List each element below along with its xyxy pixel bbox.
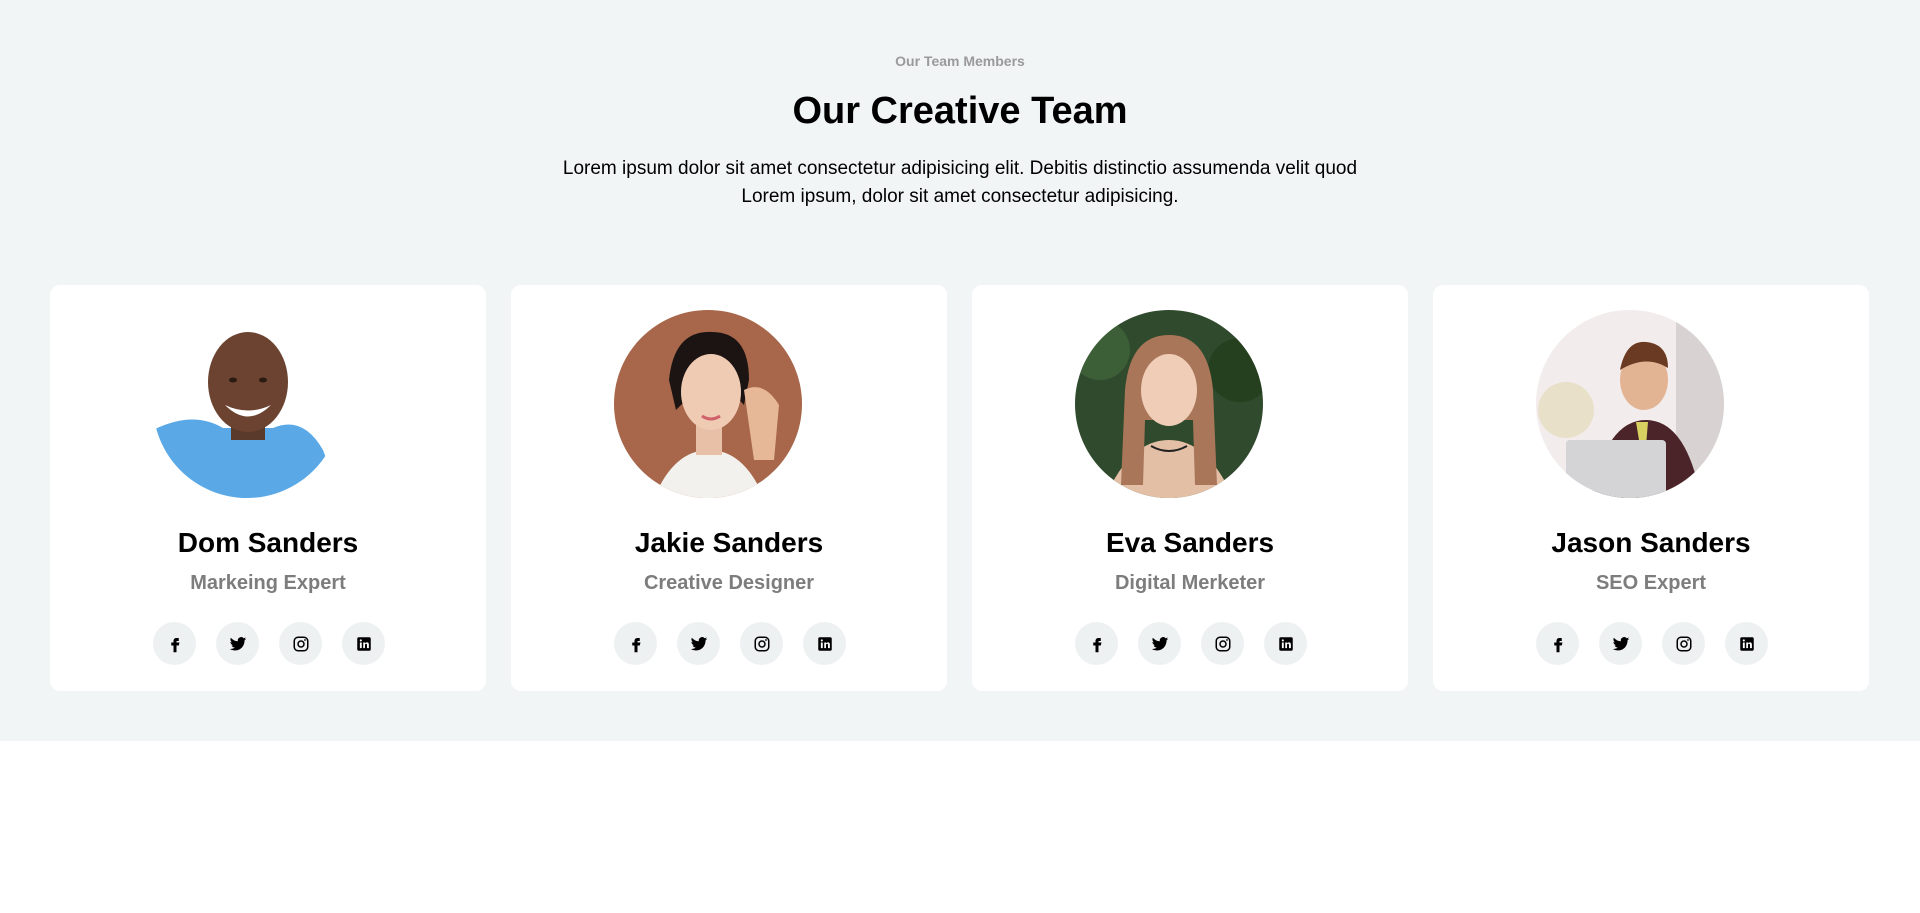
team-card: Dom Sanders Markeing Expert	[50, 285, 486, 691]
team-card: Jason Sanders SEO Expert	[1433, 285, 1869, 691]
avatar-jakie-sanders	[614, 310, 802, 498]
team-cards: Dom Sanders Markeing Expert Jakie Sander…	[50, 285, 1869, 691]
avatar-eva-sanders	[1075, 310, 1263, 498]
twitter-icon[interactable]	[1138, 622, 1181, 665]
facebook-icon[interactable]	[1075, 622, 1118, 665]
linkedin-icon[interactable]	[342, 622, 385, 665]
instagram-icon[interactable]	[279, 622, 322, 665]
member-name: Jakie Sanders	[634, 527, 824, 558]
avatar-jason-sanders	[1536, 310, 1724, 498]
linkedin-icon[interactable]	[1264, 622, 1307, 665]
twitter-icon[interactable]	[216, 622, 259, 665]
member-name: Dom Sanders	[177, 527, 359, 558]
section-intro: Lorem ipsum dolor sit amet consectetur a…	[560, 155, 1360, 211]
section-title: Our Creative Team	[792, 90, 1128, 132]
social-links	[153, 622, 385, 665]
member-role: Digital Merketer	[1114, 572, 1266, 594]
instagram-icon[interactable]	[1662, 622, 1705, 665]
social-links	[1075, 622, 1307, 665]
facebook-icon[interactable]	[1536, 622, 1579, 665]
instagram-icon[interactable]	[1201, 622, 1244, 665]
member-role: Markeing Expert	[190, 572, 346, 594]
team-card: Eva Sanders Digital Merketer	[972, 285, 1408, 691]
social-links	[1536, 622, 1768, 665]
intro-line-1: Lorem ipsum dolor sit amet consectetur a…	[562, 158, 1358, 179]
avatar-dom-sanders	[153, 310, 341, 498]
social-links	[614, 622, 846, 665]
intro-line-2: Lorem ipsum, dolor sit amet consectetur …	[741, 186, 1179, 207]
facebook-icon[interactable]	[153, 622, 196, 665]
section-eyebrow: Our Team Members	[895, 53, 1025, 69]
team-card: Jakie Sanders Creative Designer	[511, 285, 947, 691]
facebook-icon[interactable]	[614, 622, 657, 665]
instagram-icon[interactable]	[740, 622, 783, 665]
team-section: Our Team Members Our Creative Team Lorem…	[0, 0, 1920, 741]
linkedin-icon[interactable]	[1725, 622, 1768, 665]
linkedin-icon[interactable]	[803, 622, 846, 665]
twitter-icon[interactable]	[1599, 622, 1642, 665]
member-role: SEO Expert	[1595, 572, 1707, 594]
member-name: Eva Sanders	[1105, 527, 1275, 558]
member-name: Jason Sanders	[1551, 527, 1751, 558]
member-role: Creative Designer	[643, 572, 815, 594]
twitter-icon[interactable]	[677, 622, 720, 665]
